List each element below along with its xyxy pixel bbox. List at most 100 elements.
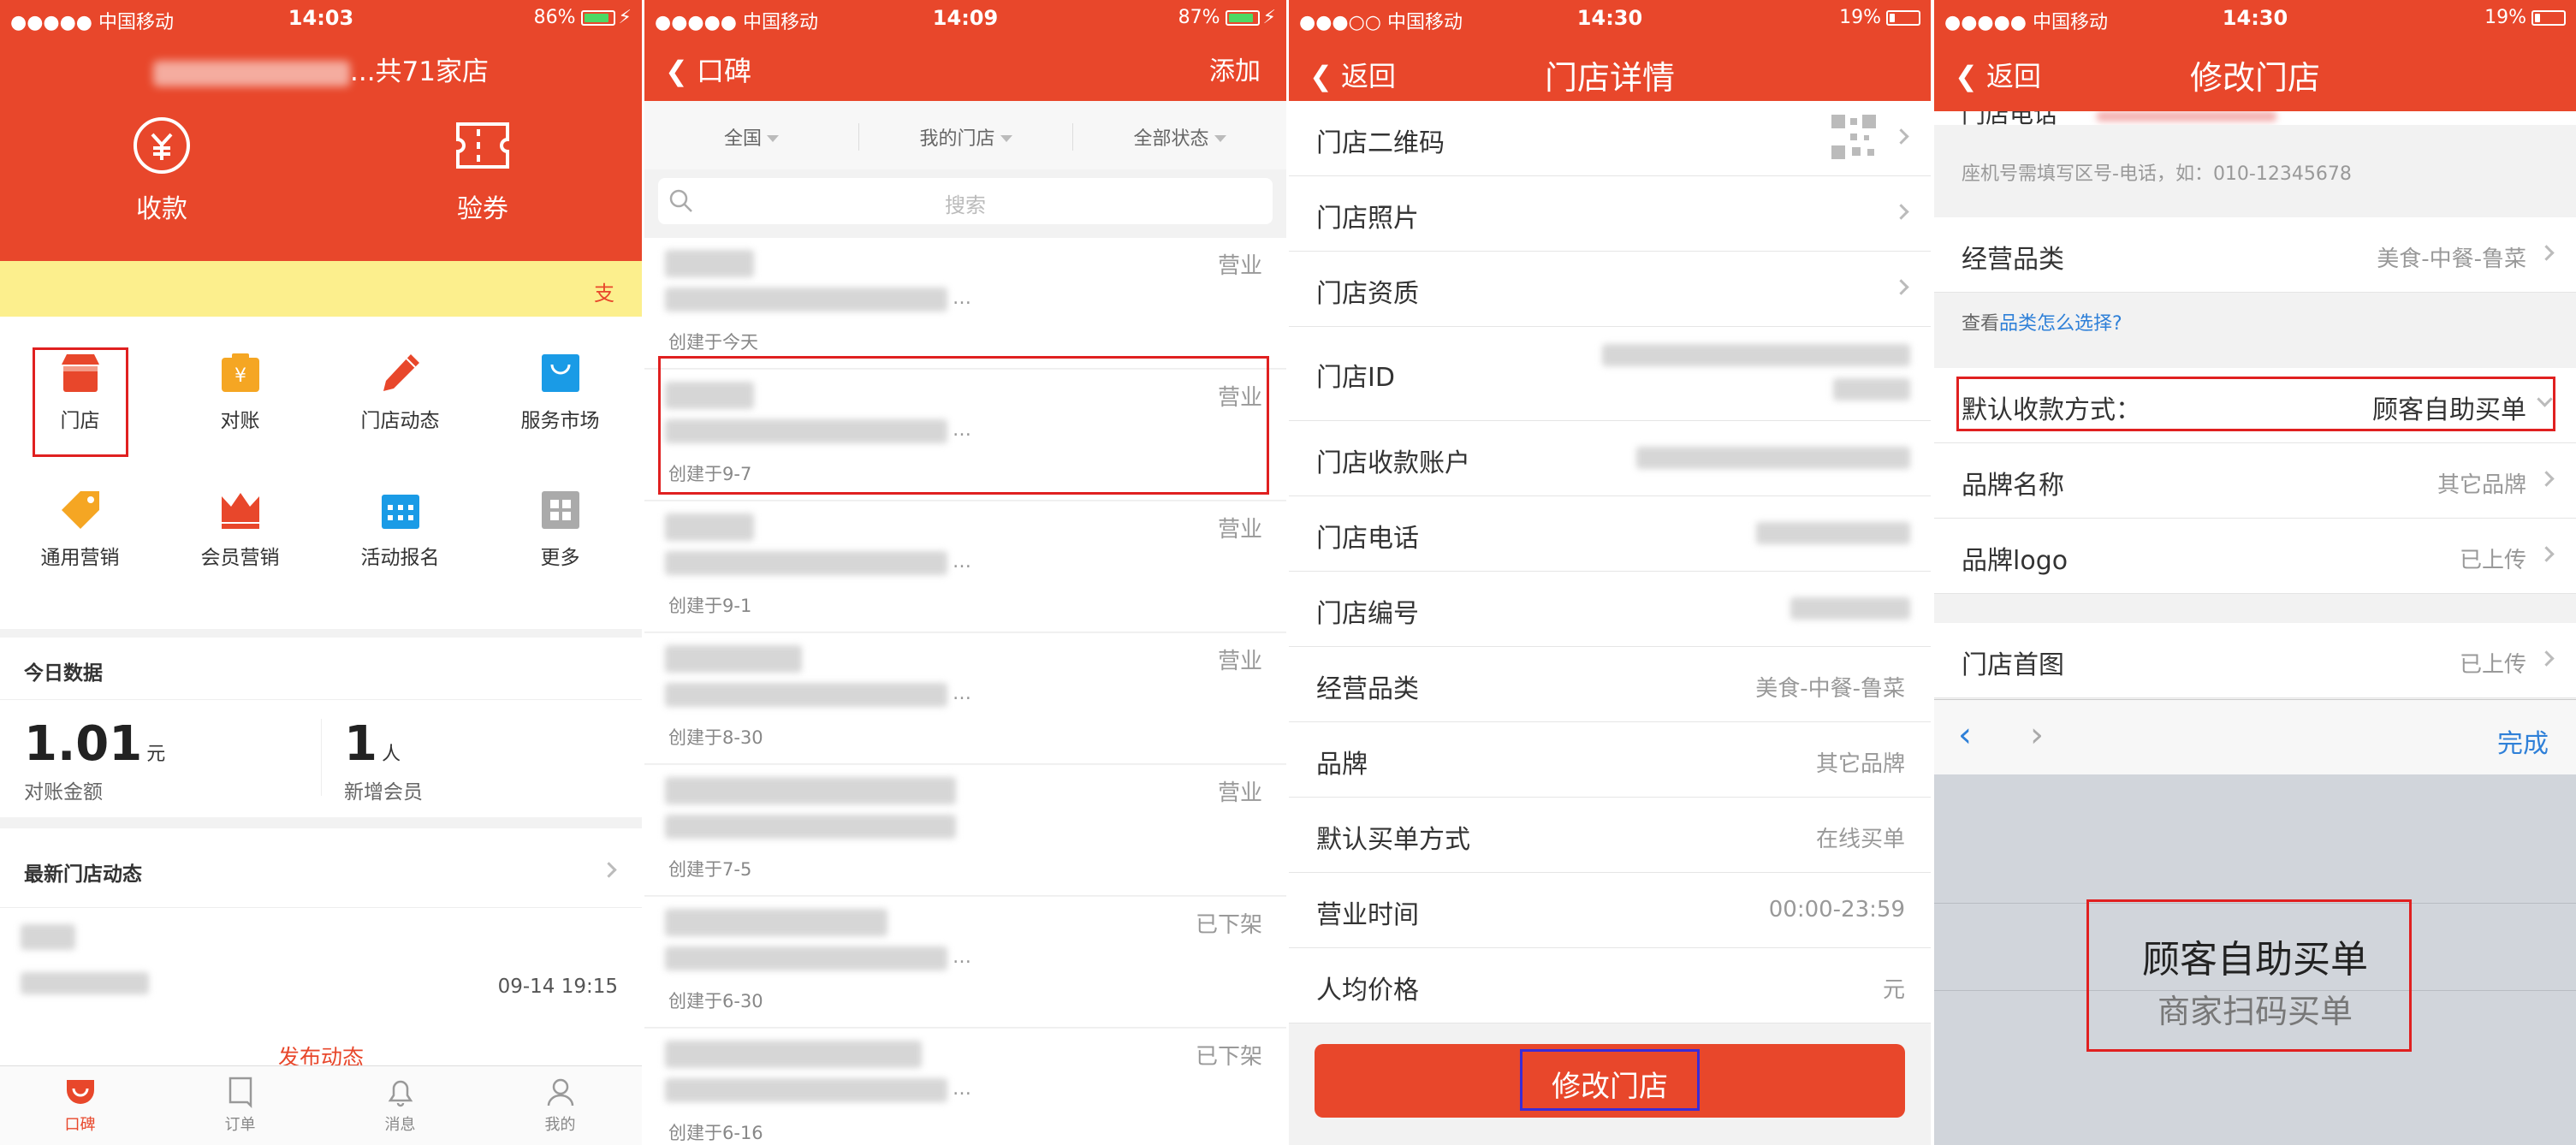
store-list-item[interactable]: … 已下架 创建于6-16	[644, 1029, 1286, 1145]
clock: 14:30	[2222, 6, 2288, 30]
crown-icon	[218, 488, 263, 532]
tab-mine[interactable]: 我的	[480, 1075, 640, 1135]
grid-item-event-signup[interactable]: 活动报名	[320, 488, 480, 570]
chevron-right-icon	[2538, 546, 2555, 562]
nav-bar: ❮ 口碑 添加	[644, 34, 1286, 101]
today-title: 今日数据	[24, 662, 103, 685]
amount-block[interactable]: 1.01 元 对账金额	[24, 716, 165, 804]
filter-bar: 全国 我的门店 全部状态	[644, 101, 1286, 169]
battery-status: 87% ⚡	[1178, 7, 1276, 28]
nav-bar: ❮ 返回 修改门店	[1934, 34, 2576, 111]
bolt-icon: ⚡	[1262, 7, 1276, 28]
battery-icon	[2531, 10, 2566, 26]
chevron-right-icon	[2538, 245, 2555, 261]
today-data-card: 今日数据 1.01 元 对账金额 1 人 新增会员	[0, 638, 642, 817]
notice-bar[interactable]: 支	[0, 261, 642, 317]
add-store-button[interactable]: 添加	[1209, 50, 1261, 87]
filter-region[interactable]: 全国	[644, 123, 858, 151]
highlight-edit-button	[1520, 1049, 1700, 1111]
screen-home: ●●●●● 中国移动 14:03 86% ⚡ ...共71家店 收款 验券 支 门…	[0, 0, 642, 1145]
news-title[interactable]: 最新门店动态	[24, 857, 142, 887]
detail-row-default-payment: 默认买单方式 在线买单	[1289, 798, 1931, 873]
battery-status: 86% ⚡	[533, 7, 632, 28]
store-list-item[interactable]: … 已下架 创建于6-30	[644, 897, 1286, 1028]
store-list-item[interactable]: … 营业 创建于9-1	[644, 501, 1286, 632]
tab-messages[interactable]: 消息	[320, 1075, 480, 1135]
category-help[interactable]: 查看品类怎么选择?	[1962, 308, 2122, 335]
nav-bar: ❮ 返回 门店详情	[1289, 34, 1931, 111]
grid-item-more[interactable]: 更多	[480, 488, 640, 570]
pencil-icon	[378, 351, 423, 395]
store-summary[interactable]: ...共71家店	[0, 50, 642, 88]
grid-item-service-market[interactable]: 服务市场	[480, 351, 640, 433]
chevron-right-icon[interactable]	[601, 862, 617, 878]
grid-item-store-news[interactable]: 门店动态	[320, 351, 480, 433]
verify-coupon-button[interactable]: 验券	[410, 116, 555, 225]
caret-down-icon	[1000, 135, 1012, 142]
detail-row-qualification[interactable]: 门店资质	[1289, 252, 1931, 327]
cover-image-field[interactable]: 门店首图 已上传	[1934, 623, 2576, 698]
search-input[interactable]: 搜索	[658, 178, 1273, 224]
news-author	[21, 924, 75, 950]
brand-name-field[interactable]: 品牌名称 其它品牌	[1934, 443, 2576, 519]
highlight-payment-field	[1956, 377, 2555, 431]
grid-item-reconcile[interactable]: ¥ 对账	[160, 351, 320, 433]
filter-my-stores[interactable]: 我的门店	[858, 123, 1072, 151]
search-icon	[669, 189, 692, 212]
tag-icon	[58, 488, 103, 532]
coupon-ticket-icon	[453, 116, 513, 175]
page-title: 门店详情	[1544, 59, 1675, 97]
battery-icon	[580, 10, 615, 26]
members-block[interactable]: 1 人 新增会员	[344, 716, 423, 804]
phone-hint: 座机号需填写区号-电话，如：010-12345678	[1962, 163, 2352, 185]
screen-store-list: ●●●●● 中国移动 14:09 87% ⚡ ❮ 口碑 添加 全国 我的门店 全部…	[644, 0, 1286, 1145]
status-bar: ●●●●● 中国移动 14:09 87% ⚡	[644, 0, 1286, 34]
shopping-bag-icon	[538, 351, 583, 395]
highlight-store	[33, 347, 128, 457]
bell-icon	[383, 1075, 418, 1109]
latest-news-card: 最新门店动态 09-14 19:15 发布动态	[0, 828, 642, 1070]
collect-yuan-icon	[132, 116, 192, 175]
detail-row-phone: 门店电话	[1289, 496, 1931, 572]
battery-icon	[1225, 10, 1260, 26]
highlight-selected-store	[658, 356, 1269, 495]
status-bar: ●●●●● 中国移动 14:30 19%	[1934, 0, 2576, 34]
store-list-item[interactable]: … 营业 创建于8-30	[644, 633, 1286, 764]
category-field[interactable]: 经营品类 美食-中餐-鲁菜	[1934, 217, 2576, 293]
grid-item-general-marketing[interactable]: 通用营销	[0, 488, 160, 570]
tab-orders[interactable]: 订单	[160, 1075, 320, 1135]
payment-picker[interactable]: 顾客自助买单 商家扫码买单	[1934, 774, 2576, 1145]
caret-down-icon	[1214, 135, 1226, 142]
tab-bar: 口碑 订单 消息 我的	[0, 1065, 642, 1145]
next-arrow-icon[interactable]: ›	[2030, 715, 2044, 755]
picker-toolbar: ‹ › 完成	[1934, 699, 2576, 774]
grid-item-member-marketing[interactable]: 会员营销	[160, 488, 320, 570]
prev-arrow-icon[interactable]: ‹	[1958, 715, 1972, 755]
chevron-right-icon	[1893, 279, 1909, 295]
screen-edit-store: ●●●●● 中国移动 14:30 19% ❮ 返回 修改门店 门店电话 座机号需…	[1934, 0, 2576, 1145]
brand-logo-field[interactable]: 品牌logo 已上传	[1934, 519, 2576, 594]
detail-row-brand: 品牌 其它品牌	[1289, 722, 1931, 798]
detail-row-photos[interactable]: 门店照片	[1289, 176, 1931, 252]
chevron-right-icon	[1893, 204, 1909, 220]
bolt-icon: ⚡	[618, 7, 632, 28]
done-button[interactable]: 完成	[2497, 722, 2549, 760]
store-list-item[interactable]: … 营业 创建于今天	[644, 238, 1286, 369]
tab-koubei[interactable]: 口碑	[0, 1075, 160, 1135]
detail-row-hours: 营业时间 00:00-23:59	[1289, 873, 1931, 948]
caret-down-icon	[767, 135, 779, 142]
more-grid-icon	[538, 488, 583, 532]
detail-row-account: 门店收款账户	[1289, 421, 1931, 496]
filter-status[interactable]: 全部状态	[1072, 123, 1286, 151]
screen-store-detail: ●●●○○ 中国移动 14:30 19% ❮ 返回 门店详情 门店二维码 门店照…	[1289, 0, 1931, 1145]
koubei-icon	[63, 1075, 98, 1109]
store-list-item[interactable]: 营业 创建于7-5	[644, 765, 1286, 896]
back-button[interactable]: ❮ 口碑	[665, 50, 751, 89]
news-time: 09-14 19:15	[497, 976, 618, 998]
chevron-right-icon	[2538, 650, 2555, 667]
collect-button[interactable]: 收款	[89, 116, 234, 225]
detail-row-qrcode[interactable]: 门店二维码	[1289, 101, 1931, 176]
battery-status: 19%	[1839, 7, 1920, 28]
qr-code-icon	[1831, 115, 1876, 159]
phone-field-partial[interactable]: 门店电话	[1934, 111, 2576, 125]
